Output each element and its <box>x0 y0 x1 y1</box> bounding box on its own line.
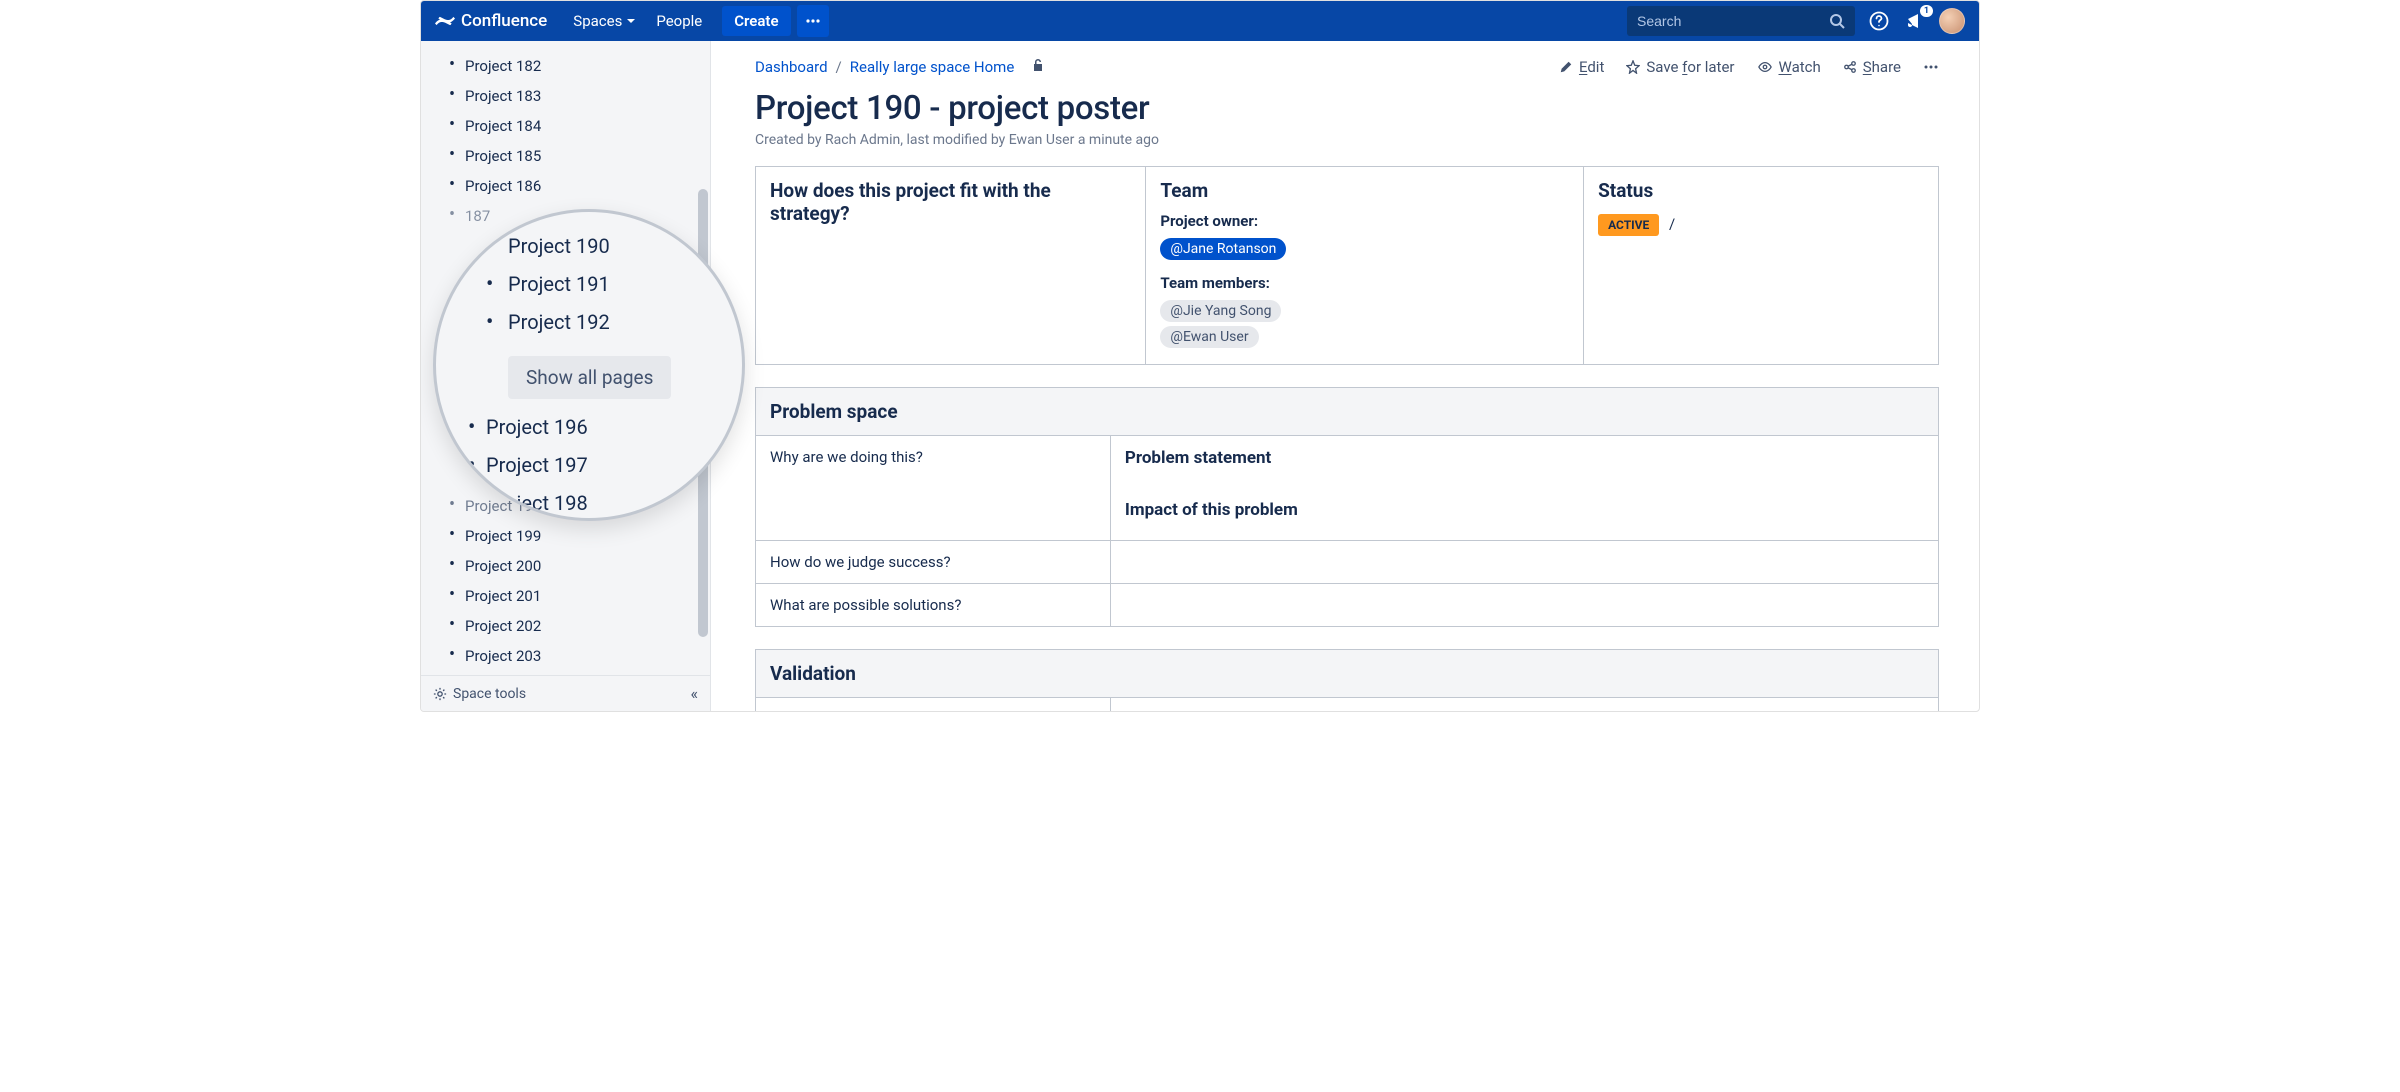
sidebar-page-item[interactable]: Project 182 <box>421 51 710 81</box>
members-label: Team members: <box>1160 274 1569 292</box>
nav-spaces[interactable]: Spaces <box>563 12 646 30</box>
sidebar-page-item[interactable]: Project 200 <box>421 551 710 581</box>
show-all-pages-button[interactable]: Show all pages <box>508 356 671 399</box>
more-actions-button[interactable] <box>1923 59 1939 75</box>
page-meta: Created by Rach Admin, last modified by … <box>755 132 1939 148</box>
ellipsis-icon <box>805 13 821 29</box>
page-actions: Edit Save for later Watch Share <box>1559 58 1939 76</box>
status-badge: ACTIVE <box>1598 214 1659 236</box>
save-for-later-button[interactable]: Save for later <box>1626 58 1734 76</box>
collapse-sidebar-button[interactable]: « <box>690 684 698 703</box>
magnifier-item[interactable]: Project 196 <box>468 415 724 439</box>
star-icon <box>1626 60 1640 74</box>
space-tools-link[interactable]: Space tools <box>453 686 526 702</box>
team-heading: Team <box>1160 179 1569 202</box>
confluence-icon <box>435 11 455 31</box>
sidebar-page-item[interactable]: Project 203 <box>421 641 710 671</box>
magnifier-callout: Project 190 Project 191 Project 192 Show a… <box>433 209 745 521</box>
breadcrumb-space[interactable]: Really large space Home <box>850 58 1015 76</box>
magnifier-item[interactable]: Project 198 <box>468 491 724 515</box>
strategy-question: How does this project fit with the strat… <box>770 179 1131 225</box>
user-avatar[interactable] <box>1939 8 1965 34</box>
search-box[interactable] <box>1627 6 1855 36</box>
help-icon <box>1869 11 1889 31</box>
notifications-button[interactable]: 1 <box>1903 9 1927 33</box>
sidebar-page-item[interactable]: Project 185 <box>421 141 710 171</box>
search-input[interactable] <box>1637 13 1829 29</box>
confluence-logo[interactable]: Confluence <box>435 11 547 31</box>
magnifier-item[interactable]: Project 192 <box>468 310 724 334</box>
notification-count: 1 <box>1920 5 1933 17</box>
main-content: Dashboard / Really large space Home Edit… <box>711 41 1979 711</box>
problem-statement-label: Problem statement <box>1125 448 1924 468</box>
unlocked-icon <box>1030 57 1046 77</box>
search-icon <box>1829 13 1845 29</box>
app-header: Confluence Spaces People Create 1 <box>421 1 1979 41</box>
sidebar-page-item[interactable]: Project 183 <box>421 81 710 111</box>
magnifier-item[interactable]: Project 191 <box>468 272 724 296</box>
brand-text: Confluence <box>461 11 547 31</box>
problem-space-table: Problem space Why are we doing this? Pro… <box>755 387 1939 627</box>
nav-people[interactable]: People <box>646 12 712 30</box>
sidebar-page-item[interactable]: Project 199 <box>421 521 710 551</box>
watch-button[interactable]: Watch <box>1757 58 1821 76</box>
owner-label: Project owner: <box>1160 212 1569 230</box>
page-title: Project 190 - project poster <box>755 89 1939 128</box>
status-heading: Status <box>1598 179 1924 202</box>
status-slash: / <box>1669 215 1675 233</box>
member-mention[interactable]: @Ewan User <box>1160 326 1258 348</box>
sidebar-footer: Space tools « <box>421 675 710 711</box>
magnifier-item[interactable]: Project 197 <box>468 453 724 477</box>
share-icon <box>1843 60 1857 74</box>
validation-header: Validation <box>756 650 1939 698</box>
problem-space-header: Problem space <box>756 388 1939 436</box>
sidebar-page-item[interactable]: Project 201 <box>421 581 710 611</box>
pencil-icon <box>1559 60 1573 74</box>
help-button[interactable] <box>1867 9 1891 33</box>
judge-question: How do we judge success? <box>756 541 1111 584</box>
breadcrumb: Dashboard / Really large space Home <box>755 57 1046 77</box>
edit-button[interactable]: Edit <box>1559 58 1604 76</box>
share-button[interactable]: Share <box>1843 58 1901 76</box>
magnifier-item[interactable]: Project 190 <box>468 234 724 258</box>
breadcrumb-dashboard[interactable]: Dashboard <box>755 58 828 76</box>
why-question: Why are we doing this? <box>756 436 1111 541</box>
poster-header-table: How does this project fit with the strat… <box>755 166 1939 365</box>
create-button[interactable]: Create <box>722 6 790 36</box>
impact-label: Impact of this problem <box>1125 500 1924 520</box>
chevron-down-icon <box>626 16 636 26</box>
eye-icon <box>1757 60 1773 74</box>
member-mention[interactable]: @Jie Yang Song <box>1160 300 1281 322</box>
gear-icon <box>433 687 447 701</box>
sidebar-page-item[interactable]: Project 184 <box>421 111 710 141</box>
owner-mention[interactable]: @Jane Rotanson <box>1160 238 1286 260</box>
know-question: What do we already know? <box>756 698 1111 712</box>
validation-table: Validation What do we already know? <box>755 649 1939 711</box>
sidebar-page-item[interactable]: Project 186 <box>421 171 710 201</box>
solutions-question: What are possible solutions? <box>756 584 1111 627</box>
sidebar-page-item[interactable]: Project 202 <box>421 611 710 641</box>
ellipsis-icon <box>1923 59 1939 75</box>
nav-more-button[interactable] <box>797 5 829 37</box>
